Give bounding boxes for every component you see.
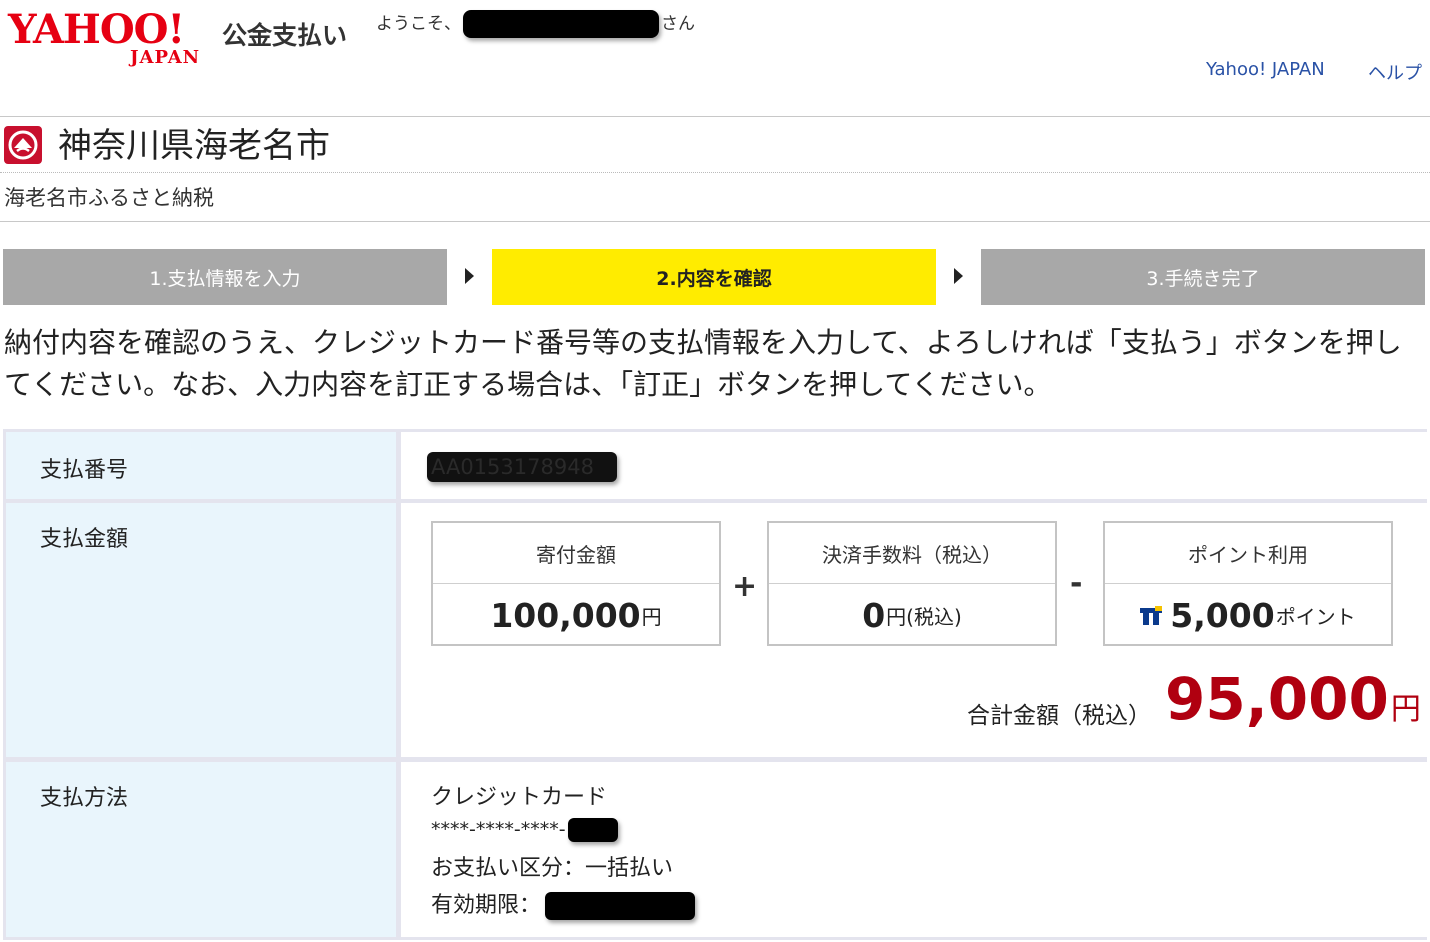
method-value-cell: クレジットカード ****-****-****- お支払い区分：一括払い 有効期… [401,762,1427,937]
payment-number-value-cell: AA0153178948 [401,432,1427,499]
amount-label: 支払金額 [40,527,129,552]
payment-number-label: 支払番号 [40,458,129,483]
points-amount: 5,000 ポイント [1105,584,1391,646]
method-label-cell: 支払方法 [6,762,396,937]
expiry: 有効期限： [431,887,696,920]
plus-sign: + [732,569,758,604]
card-masked: ****-****-****- [431,818,566,841]
donation-amount: 100,000 円 [433,584,719,646]
header-divider [0,116,1430,117]
minus-sign: - [1070,566,1083,601]
step-1: 1.支払情報を入力 [3,249,447,305]
payment-details-table: 支払番号 AA0153178948 支払金額 寄付金額 100,000 円 + 決… [3,429,1427,940]
card-number: ****-****-****- [431,818,618,842]
installment-type: お支払い区分：一括払い [431,856,674,881]
total-label: 合計金額（税込） [967,703,1151,729]
points-unit: ポイント [1275,604,1356,629]
fee-unit: 円(税込) [886,604,962,629]
triangle-right-icon [954,268,963,284]
method-name: クレジットカード [431,785,608,810]
fee-box: 決済手数料（税込） 0 円(税込) [767,521,1057,646]
section-divider [0,221,1430,222]
redacted-username [463,10,659,38]
logo-main-text: YAHOO! [8,6,185,53]
yahoo-japan-logo[interactable]: YAHOO! JAPAN [8,8,214,68]
redacted-card-digits [567,818,618,842]
help-link[interactable]: ヘルプ [1368,59,1422,85]
fee-amount: 0 円(税込) [769,584,1055,646]
city-name: 神奈川県海老名市 [58,126,330,166]
city-emblem-icon [4,126,42,164]
fee-value: 0 [862,595,886,635]
welcome-message: ようこそ、 さん [376,10,695,38]
redacted-expiry [545,892,696,920]
method-label: 支払方法 [40,786,129,811]
triangle-right-icon [465,268,474,284]
donation-box: 寄付金額 100,000 円 [431,521,721,646]
donation-label: 寄付金額 [433,523,719,584]
instructions-text: 納付内容を確認のうえ、クレジットカード番号等の支払情報を入力して、よろしければ「… [4,326,1402,401]
total-amount: 95,000円 [1165,665,1421,733]
logo-sub-text: JAPAN [130,47,201,68]
total-value: 95,000 [1165,665,1389,733]
amount-label-cell: 支払金額 [6,503,396,757]
expiry-label: 有効期限： [431,893,542,918]
donation-unit: 円 [641,604,662,629]
project-name: 海老名市ふるさと納税 [4,186,214,210]
amount-value-cell: 寄付金額 100,000 円 + 決済手数料（税込） 0 円(税込) - ポイント利… [401,503,1427,757]
points-label: ポイント利用 [1105,523,1391,584]
t-point-icon [1140,606,1163,626]
step-3: 3.手続き完了 [981,249,1425,305]
donation-value: 100,000 [490,595,641,635]
points-box: ポイント利用 5,000 ポイント [1103,521,1393,646]
total-unit: 円 [1390,692,1421,727]
service-name: 公金支払い [222,21,348,50]
fee-label: 決済手数料（税込） [769,523,1055,584]
org-divider [0,172,1430,173]
welcome-suffix: さん [661,14,695,34]
payment-number-label-cell: 支払番号 [6,432,396,499]
welcome-prefix: ようこそ、 [376,14,461,34]
points-value: 5,000 [1170,595,1275,635]
step-2-current: 2.内容を確認 [492,249,936,305]
yahoo-japan-link[interactable]: Yahoo! JAPAN [1206,59,1325,80]
payment-number-value: AA0153178948 [427,452,617,482]
